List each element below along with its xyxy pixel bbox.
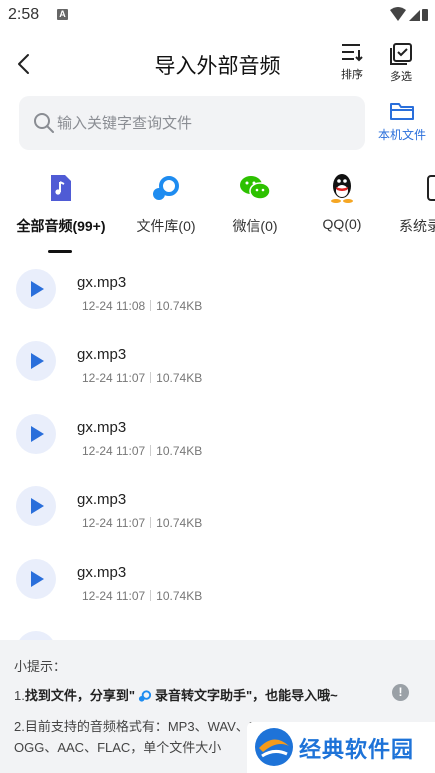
tab-wechat[interactable]: 微信(0) — [226, 170, 284, 236]
watermark: 经典软件园 — [247, 722, 435, 773]
tab-qq[interactable]: QQ(0) — [317, 170, 367, 232]
search-box[interactable] — [19, 96, 365, 150]
file-time: 12-24 11:07 — [82, 516, 146, 530]
folder-icon — [390, 103, 414, 120]
local-files-button[interactable]: 本机文件 — [374, 100, 430, 143]
file-time: 12-24 11:08 — [82, 299, 146, 313]
play-button[interactable] — [16, 414, 56, 454]
search-row: 本机文件 — [0, 96, 435, 152]
music-file-icon — [51, 175, 71, 201]
play-button[interactable] — [16, 269, 56, 309]
tip1-bold: 找到文件，分享到" — [24, 688, 136, 703]
file-size: 10.74KB — [156, 444, 203, 458]
qq-icon — [331, 174, 353, 203]
status-time: 2:58 — [8, 6, 40, 23]
list-item[interactable]: gx.mp3 12-24 11:07 10.74KB — [0, 401, 435, 473]
sort-button[interactable]: 排序 — [332, 42, 372, 82]
phone-icon — [427, 175, 435, 201]
play-icon — [31, 353, 44, 369]
header-bar: 导入外部音频 排序 多选 — [0, 38, 435, 88]
file-time: 12-24 11:07 — [82, 589, 146, 603]
file-meta: 12-24 11:07 10.74KB — [82, 371, 202, 385]
tab-label: 微信(0) — [232, 218, 278, 234]
file-meta: 12-24 11:07 10.74KB — [82, 516, 202, 530]
tab-label: 文件库(0) — [136, 218, 196, 234]
divider — [150, 590, 152, 601]
sort-label: 排序 — [341, 69, 363, 81]
tip-share: 1.找到文件，分享到" 录音转文字助手"，也能导入哦~ — [14, 685, 338, 704]
multi-select-button[interactable]: 多选 — [381, 42, 421, 84]
local-files-label: 本机文件 — [377, 128, 426, 142]
list-item[interactable]: gx.mp3 12-24 11:08 10.74KB — [0, 256, 435, 328]
wifi-signal-battery-icon — [390, 7, 428, 21]
play-icon — [31, 571, 44, 587]
tip1-app: 录音转文字助手"，也能导入哦~ — [155, 688, 338, 703]
watermark-logo-icon — [255, 728, 293, 766]
play-button[interactable] — [16, 559, 56, 599]
file-meta: 12-24 11:07 10.74KB — [82, 589, 202, 603]
file-size: 10.74KB — [156, 589, 203, 603]
tab-label: QQ(0) — [322, 216, 362, 232]
status-bar: 2:58 A — [0, 0, 435, 30]
watermark-text: 经典软件园 — [299, 737, 415, 762]
play-button[interactable] — [16, 486, 56, 526]
list-item[interactable]: gx.mp3 12-24 11:07 10.74KB — [0, 473, 435, 545]
app-logo-icon — [138, 690, 152, 702]
file-size: 10.74KB — [156, 516, 203, 530]
divider — [150, 517, 152, 528]
active-tab-indicator — [48, 250, 72, 253]
tip1-prefix: 1. — [14, 688, 25, 703]
file-name: gx.mp3 — [77, 274, 127, 291]
sort-icon — [342, 44, 363, 62]
list-item[interactable]: gx.mp3 12-24 11:07 10.74KB — [0, 546, 435, 618]
tab-label: 全部音频(99+) — [16, 218, 106, 234]
divider — [150, 372, 152, 383]
play-icon — [31, 281, 44, 297]
file-meta: 12-24 11:07 10.74KB — [82, 444, 202, 458]
multi-select-icon — [390, 43, 412, 65]
list-item-partial[interactable] — [0, 618, 435, 640]
play-icon — [31, 426, 44, 442]
play-button[interactable] — [16, 341, 56, 381]
tab-label: 系统录 — [399, 218, 435, 234]
file-name: gx.mp3 — [77, 491, 127, 508]
file-size: 10.74KB — [156, 371, 203, 385]
file-time: 12-24 11:07 — [82, 444, 146, 458]
notification-icon: A — [57, 9, 68, 20]
file-name: gx.mp3 — [77, 346, 127, 363]
divider — [150, 445, 152, 456]
file-name: gx.mp3 — [77, 564, 127, 581]
tab-system-recordings[interactable]: 系统录 — [399, 170, 435, 236]
play-button[interactable] — [16, 631, 56, 640]
search-icon — [34, 113, 54, 133]
status-icons — [389, 7, 429, 28]
search-input[interactable] — [57, 96, 357, 150]
file-time: 12-24 11:07 — [82, 371, 146, 385]
tab-all-audio[interactable]: 全部音频(99+) — [14, 170, 108, 236]
file-library-icon — [153, 176, 179, 200]
category-tabs: 全部音频(99+) 文件库(0) 微信(0) QQ(0) 系统录 — [0, 170, 435, 256]
list-item[interactable]: gx.mp3 12-24 11:07 10.74KB — [0, 328, 435, 400]
tab-file-library[interactable]: 文件库(0) — [132, 170, 200, 236]
file-name: gx.mp3 — [77, 419, 127, 436]
play-icon — [31, 498, 44, 514]
divider — [150, 300, 152, 311]
info-icon[interactable]: ! — [392, 684, 409, 701]
file-list: gx.mp3 12-24 11:08 10.74KB gx.mp3 12-24 1… — [0, 256, 435, 640]
wechat-icon — [240, 176, 271, 200]
file-meta: 12-24 11:08 10.74KB — [82, 299, 202, 313]
file-size: 10.74KB — [156, 299, 203, 313]
tips-title: 小提示： — [14, 659, 67, 674]
multi-select-label: 多选 — [390, 71, 412, 83]
